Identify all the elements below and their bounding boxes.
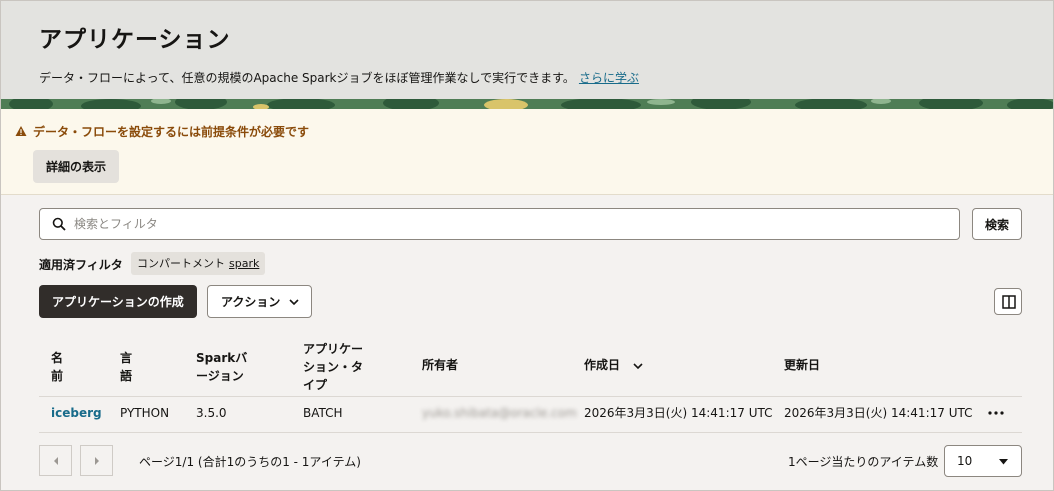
manage-columns-button[interactable]	[994, 288, 1022, 315]
applied-filters-label: 適用済フィルタ	[39, 258, 123, 272]
column-header-updated[interactable]: 更新日	[784, 356, 820, 374]
items-per-page-select[interactable]: 10	[944, 445, 1022, 477]
page-header: アプリケーション データ・フローによって、任意の規模のApache Sparkジ…	[1, 1, 1053, 103]
actions-label: アクション	[221, 295, 281, 309]
compartment-filter-chip[interactable]: コンパートメント spark	[131, 252, 266, 275]
warning-message: データ・フローを設定するには前提条件が必要です	[33, 125, 310, 139]
page-title: アプリケーション	[39, 27, 231, 53]
app-type-cell: BATCH	[303, 406, 343, 420]
owner-cell: yuko.shibata@oracle.com	[422, 406, 577, 420]
column-header-spark-version[interactable]: Sparkバ ージョン	[196, 349, 247, 385]
search-icon	[52, 217, 66, 231]
application-name-link[interactable]: iceberg	[51, 404, 102, 422]
updated-cell: 2026年3月3日(火) 14:41:17 UTC	[784, 406, 973, 420]
page-description: データ・フローによって、任意の規模のApache Sparkジョブをほぼ管理作業…	[39, 69, 639, 86]
warning-icon	[15, 126, 27, 136]
page-frame: アプリケーション データ・フローによって、任意の規模のApache Sparkジ…	[0, 0, 1054, 491]
filter-chip-key: コンパートメント	[137, 257, 225, 270]
column-header-name[interactable]: 名 前	[51, 349, 63, 385]
more-actions-icon[interactable]	[988, 411, 1004, 415]
language-cell: PYTHON	[120, 406, 170, 420]
create-application-button[interactable]: アプリケーションの作成	[39, 285, 197, 318]
actions-menu-button[interactable]: アクション	[207, 285, 312, 318]
chevron-down-icon	[289, 299, 299, 306]
created-cell: 2026年3月3日(火) 14:41:17 UTC	[584, 406, 773, 420]
column-header-app-type[interactable]: アプリケー ション・タ イプ	[303, 340, 363, 394]
spark-version-cell: 3.5.0	[196, 406, 227, 420]
caret-down-icon	[999, 459, 1008, 465]
column-header-language[interactable]: 言 語	[120, 349, 132, 385]
decorative-banner	[1, 99, 1053, 109]
chevron-right-icon	[95, 457, 99, 465]
search-button[interactable]: 検索	[972, 208, 1022, 240]
search-input[interactable]	[74, 209, 944, 239]
learn-more-link[interactable]: さらに学ぶ	[579, 71, 639, 85]
column-header-owner[interactable]: 所有者	[422, 356, 458, 374]
items-per-page-value: 10	[957, 454, 973, 468]
table-divider	[39, 396, 1022, 397]
description-text: データ・フローによって、任意の規模のApache Sparkジョブをほぼ管理作業…	[39, 71, 575, 85]
show-details-button[interactable]: 詳細の表示	[33, 150, 120, 183]
chevron-left-icon	[54, 457, 58, 465]
sort-descending-icon	[633, 362, 643, 369]
next-page-button[interactable]	[80, 445, 113, 476]
items-per-page-label: 1ページ当たりのアイテム数	[788, 455, 939, 469]
columns-icon	[1002, 295, 1016, 309]
search-box	[39, 208, 960, 240]
filter-chip-value[interactable]: spark	[229, 257, 259, 270]
warning-banner: データ・フローを設定するには前提条件が必要です 詳細の表示	[1, 109, 1053, 195]
table-divider	[39, 432, 1022, 433]
column-header-created[interactable]: 作成日	[584, 356, 643, 374]
pagination-summary: ページ1/1 (合計1のうちの1 - 1アイテム)	[139, 455, 361, 469]
previous-page-button[interactable]	[39, 445, 72, 476]
